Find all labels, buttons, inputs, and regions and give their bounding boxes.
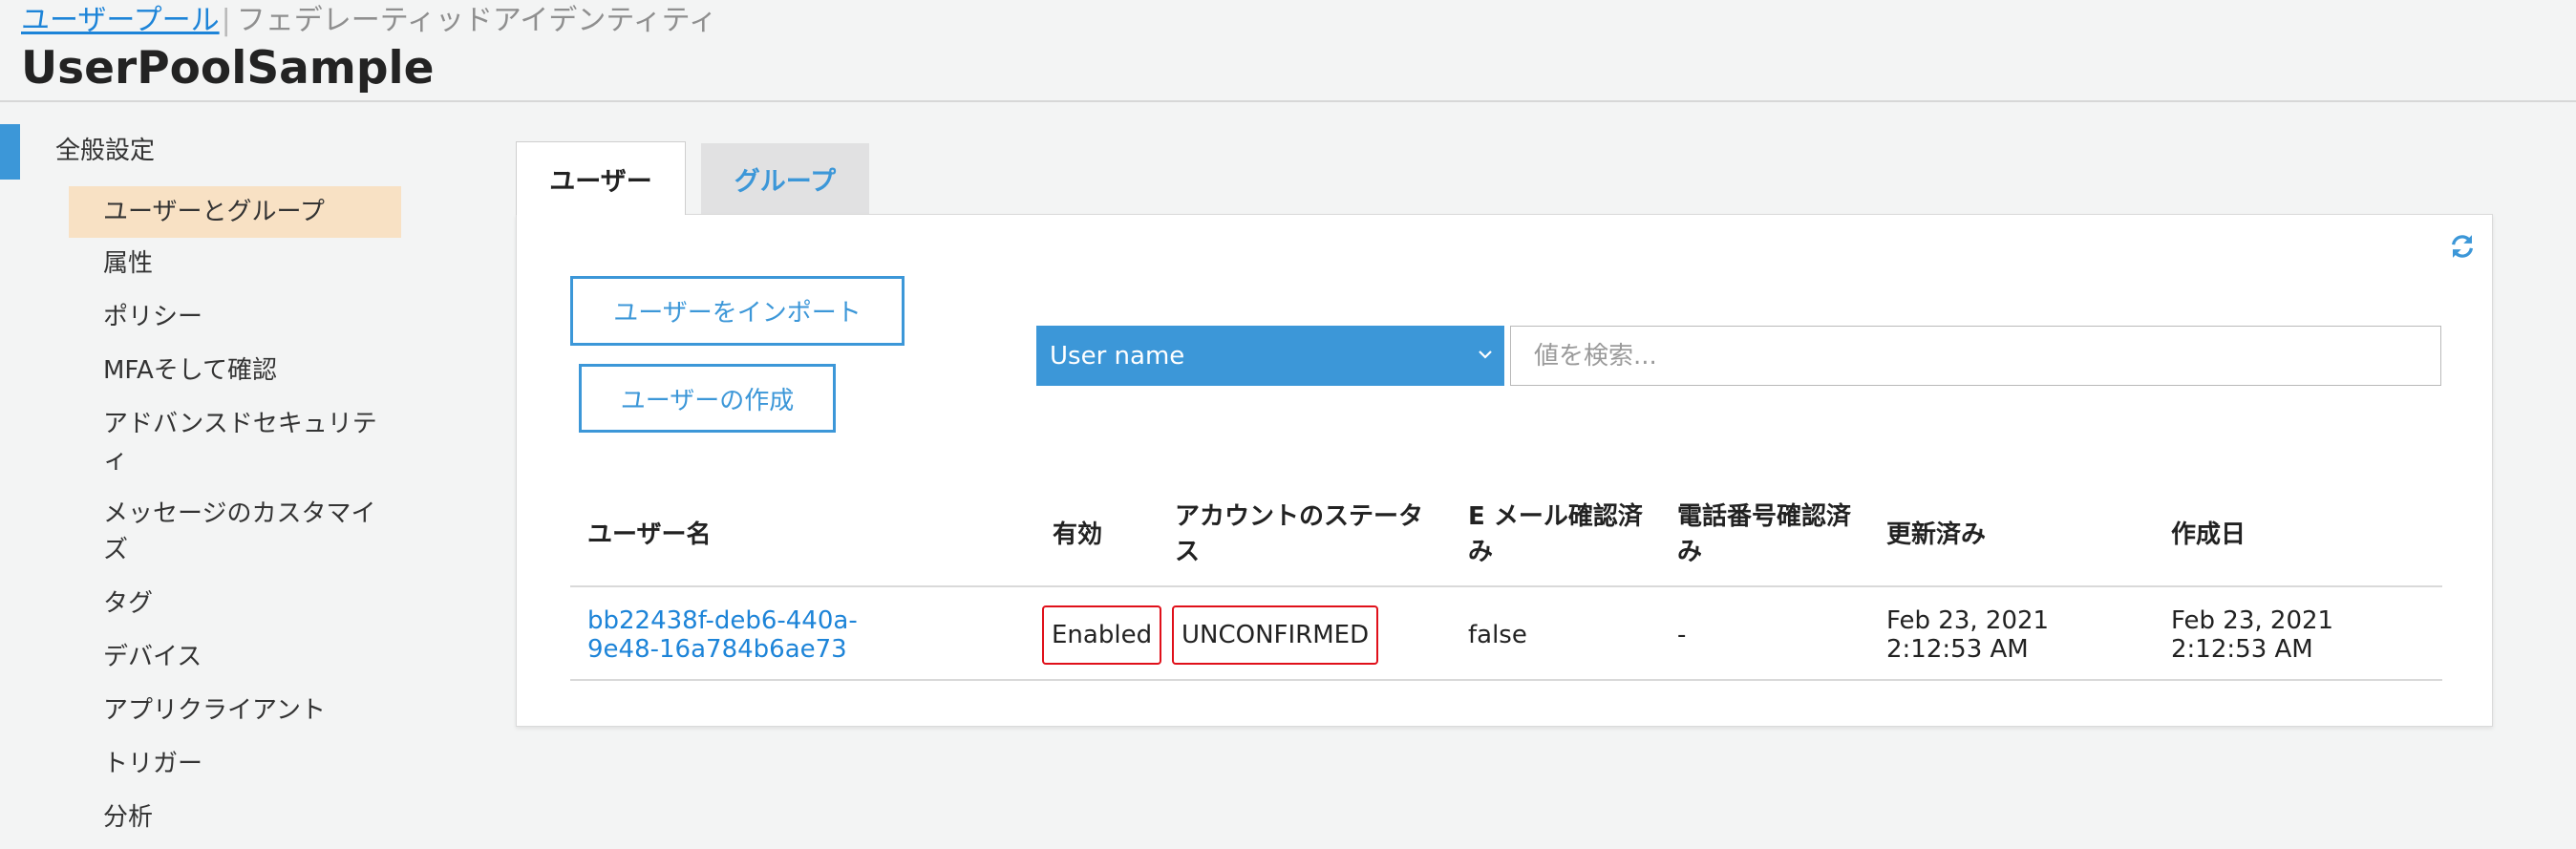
search-input[interactable] [1510,326,2441,386]
table-row[interactable]: bb22438f-deb6-440a-9e48-16a784b6ae73 Ena… [570,589,2442,681]
page-title: UserPoolSample [21,42,435,95]
import-users-button[interactable]: ユーザーをインポート [570,276,905,346]
search-attribute-select[interactable]: User name [1036,326,1504,386]
column-header-username[interactable]: ユーザー名 [587,482,969,587]
sidebar-item-app-clients[interactable]: アプリクライアント [69,685,401,738]
sidebar-item-mfa[interactable]: MFAそして確認 [69,345,401,398]
breadcrumb-federated-identities[interactable]: フェデレーティッドアイデンティティ [237,4,717,37]
header-divider [0,100,2576,102]
breadcrumb: ユーザープール| フェデレーティッドアイデンティティ [21,2,717,40]
sidebar-item-advanced-security[interactable]: アドバンスドセキュリティ [69,398,401,488]
column-header-enabled[interactable]: 有効 [1053,482,1158,587]
sidebar-item-analytics[interactable]: 分析 [69,792,401,845]
column-header-created[interactable]: 作成日 [2171,482,2419,587]
cell-phone-verified: - [1677,621,1687,649]
enabled-value: Enabled [1042,605,1162,665]
cell-created: Feb 23, 2021 2:12:53 AM [2171,606,2334,664]
cell-email-verified: false [1468,621,1527,649]
tab-groups[interactable]: グループ [701,143,869,215]
sidebar-nav: ユーザーとグループ 属性 ポリシー MFAそして確認 アドバンスドセキュリティ … [69,186,401,845]
cell-username-link[interactable]: bb22438f-deb6-440a-9e48-16a784b6ae73 [587,589,903,681]
sidebar-item-message-customizations[interactable]: メッセージのカスタマイズ [69,488,401,578]
cell-enabled: Enabled [1042,589,1162,681]
column-header-updated[interactable]: 更新済み [1886,482,2135,587]
sidebar-section-marker [0,124,20,180]
create-user-button[interactable]: ユーザーの作成 [579,364,836,433]
cell-account-status: UNCONFIRMED [1172,589,1379,681]
sidebar-item-policies[interactable]: ポリシー [69,291,401,345]
sidebar-item-tags[interactable]: タグ [69,578,401,631]
column-header-email-verified[interactable]: E メール確認済み [1468,482,1659,587]
sidebar-item-devices[interactable]: デバイス [69,631,401,685]
account-status-value: UNCONFIRMED [1172,605,1379,665]
sidebar-item-attributes[interactable]: 属性 [69,238,401,291]
tab-users[interactable]: ユーザー [516,141,686,215]
column-header-account-status[interactable]: アカウントのステータス [1175,482,1442,587]
sidebar-item-users-and-groups[interactable]: ユーザーとグループ [69,186,401,238]
search-attribute-value: User name [1050,341,1185,371]
table-header: ユーザー名 有効 アカウントのステータス E メール確認済み 電話番号確認済み … [570,482,2442,587]
users-panel: ユーザーをインポート ユーザーの作成 User name ユーザー名 有効 アカ… [516,214,2493,727]
breadcrumb-separator: | [221,4,231,37]
breadcrumb-user-pools-link[interactable]: ユーザープール [21,4,220,37]
column-header-phone-verified[interactable]: 電話番号確認済み [1677,482,1868,587]
cell-updated: Feb 23, 2021 2:12:53 AM [1886,606,2050,664]
refresh-icon[interactable] [2448,232,2477,261]
chevron-down-icon [1479,350,1492,359]
sidebar-item-triggers[interactable]: トリガー [69,738,401,792]
sidebar-heading-general-settings[interactable]: 全般設定 [55,134,155,168]
